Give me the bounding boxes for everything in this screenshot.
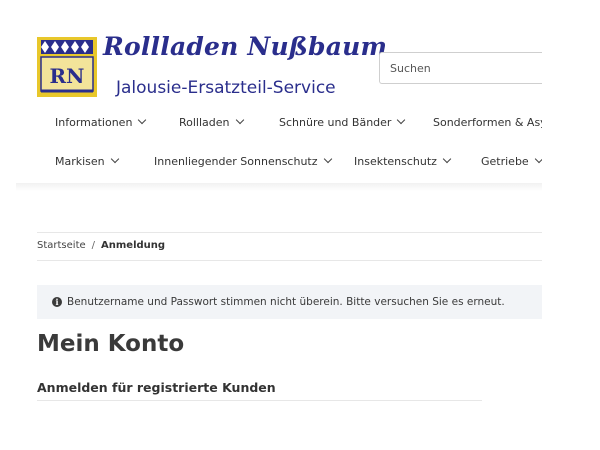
nav-item-getriebe[interactable]: Getriebe <box>481 155 542 168</box>
section-title: Anmelden für registrierte Kunden <box>37 380 276 395</box>
nav-item-markisen[interactable]: Markisen <box>55 155 119 168</box>
chevron-down-icon <box>235 116 244 125</box>
breadcrumb-separator: / <box>91 240 96 251</box>
nav-item-informationen[interactable]: Informationen <box>55 116 147 129</box>
nav-shadow <box>16 183 542 191</box>
main-nav-row-1: Informationen Rollladen Schnüre und Bänd… <box>0 116 542 136</box>
breadcrumb: Startseite / Anmeldung <box>37 240 165 251</box>
main-nav-row-2: Markisen Innenliegender Sonnenschutz Ins… <box>0 155 542 175</box>
nav-item-label: Getriebe <box>481 155 529 168</box>
logo[interactable]: RN <box>37 37 97 97</box>
breadcrumb-home[interactable]: Startseite <box>37 240 86 251</box>
chevron-down-icon <box>397 116 406 125</box>
chevron-down-icon <box>110 155 119 164</box>
page: RN Rollladen Nußbaum Jalousie-Ersatzteil… <box>0 0 600 450</box>
breadcrumb-current: Anmeldung <box>101 240 166 251</box>
nav-item-label: Innenliegender Sonnenschutz <box>154 155 318 168</box>
brand-subtitle: Jalousie-Ersatzteil-Service <box>116 78 336 98</box>
chevron-down-icon <box>138 116 147 125</box>
nav-item-label: Markisen <box>55 155 105 168</box>
divider <box>37 260 542 261</box>
nav-item-schnuere-und-baender[interactable]: Schnüre und Bänder <box>279 116 406 129</box>
divider <box>37 400 482 401</box>
brand-title[interactable]: Rollladen Nußbaum <box>103 32 387 61</box>
page-title: Mein Konto <box>37 331 185 357</box>
search-input[interactable] <box>379 52 542 84</box>
nav-item-label: Informationen <box>55 116 133 129</box>
info-icon: i <box>52 297 62 307</box>
divider <box>37 232 542 233</box>
alert-message: Benutzername und Passwort stimmen nicht … <box>67 296 505 308</box>
nav-item-label: Schnüre und Bänder <box>279 116 392 129</box>
logo-letters: RN <box>50 64 85 88</box>
chevron-down-icon <box>442 155 452 164</box>
chevron-down-icon <box>534 155 542 164</box>
error-alert: i Benutzername und Passwort stimmen nich… <box>37 285 542 319</box>
chevron-down-icon <box>323 155 332 164</box>
nav-item-sonderformen[interactable]: Sonderformen & Asym <box>433 116 542 129</box>
nav-item-label: Insektenschutz <box>354 155 437 168</box>
nav-item-rollladen[interactable]: Rollladen <box>179 116 244 129</box>
nav-item-innenliegender-sonnenschutz[interactable]: Innenliegender Sonnenschutz <box>154 155 332 168</box>
nav-item-label: Sonderformen & Asym <box>433 116 542 129</box>
nav-item-label: Rollladen <box>179 116 230 129</box>
nav-item-insektenschutz[interactable]: Insektenschutz <box>354 155 452 168</box>
